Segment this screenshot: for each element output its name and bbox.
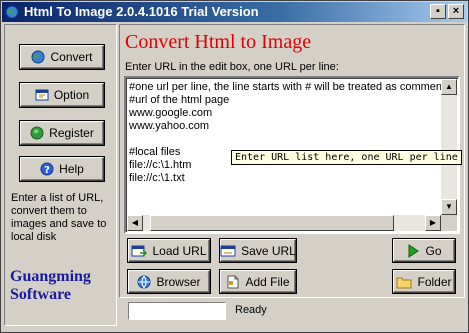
save-url-label: Save URL (241, 243, 296, 258)
brand-line-2: Software (10, 286, 72, 303)
close-button[interactable]: × (448, 4, 464, 19)
horizontal-scroll-thumb[interactable] (150, 215, 394, 231)
help-button[interactable]: ? Help (20, 157, 104, 181)
scroll-right-button[interactable]: ▶ (425, 215, 441, 231)
horizontal-scrollbar[interactable]: ◀ ▶ (127, 215, 441, 231)
option-window-icon (35, 89, 49, 101)
app-window: Html To Image 2.0.4.1016 Trial Version ▪… (0, 0, 469, 333)
folder-label: Folder (417, 274, 452, 289)
sidebar-description: Enter a list of URL, convert them to ima… (11, 192, 107, 243)
add-file-label: Add File (245, 274, 290, 289)
scroll-left-button[interactable]: ◀ (127, 215, 143, 231)
register-globe-icon (30, 126, 44, 140)
convert-button[interactable]: Convert (20, 45, 104, 69)
status-bar: Ready (119, 299, 465, 324)
browser-label: Browser (156, 274, 201, 289)
load-url-icon (131, 245, 148, 257)
go-label: Go (425, 243, 442, 258)
main-panel: Convert Html to Image Enter URL in the e… (119, 24, 465, 298)
browser-icon (137, 275, 151, 288)
scroll-up-button[interactable]: ▲ (441, 79, 457, 95)
register-label: Register (49, 126, 94, 140)
add-file-button[interactable]: Add File (220, 270, 296, 293)
convert-globe-icon (31, 50, 45, 64)
browser-button[interactable]: Browser (128, 270, 210, 293)
scroll-corner (441, 215, 457, 231)
load-url-button[interactable]: Load URL (128, 239, 210, 262)
minimize-button[interactable]: ▪ (430, 4, 446, 19)
brand-name: Guangming Software (10, 268, 91, 304)
convert-label: Convert (50, 50, 93, 64)
scroll-down-button[interactable]: ▼ (441, 199, 457, 215)
help-icon: ? (40, 162, 54, 176)
help-label: Help (59, 162, 84, 176)
instruction-label: Enter URL in the edit box, one URL per l… (125, 61, 339, 73)
folder-icon (396, 277, 412, 288)
register-button[interactable]: Register (20, 121, 104, 145)
url-edit-text[interactable]: #one url per line, the line starts with … (129, 81, 441, 217)
brand-line-1: Guangming (10, 268, 91, 285)
option-label: Option (53, 88, 90, 102)
vertical-scrollbar[interactable]: ▲ ▼ (441, 79, 457, 215)
go-button[interactable]: Go (393, 239, 455, 262)
status-text: Ready (235, 304, 267, 316)
url-tooltip: Enter URL list here, one URL per line (231, 150, 462, 165)
save-url-button[interactable]: Save URL (220, 239, 296, 262)
status-field (128, 302, 226, 320)
option-button[interactable]: Option (20, 83, 104, 107)
save-url-icon (220, 245, 236, 256)
add-file-icon (227, 275, 239, 288)
load-url-label: Load URL (152, 243, 207, 258)
window-title: Html To Image 2.0.4.1016 Trial Version (24, 4, 259, 19)
page-title: Convert Html to Image (125, 31, 312, 53)
svg-text:?: ? (44, 165, 50, 176)
title-bar[interactable]: Html To Image 2.0.4.1016 Trial Version ▪… (2, 2, 467, 22)
folder-button[interactable]: Folder (393, 270, 455, 293)
app-globe-icon (5, 5, 19, 19)
sidebar: Convert Option Register ? Help Enter a l… (4, 24, 117, 326)
play-icon (408, 243, 420, 258)
